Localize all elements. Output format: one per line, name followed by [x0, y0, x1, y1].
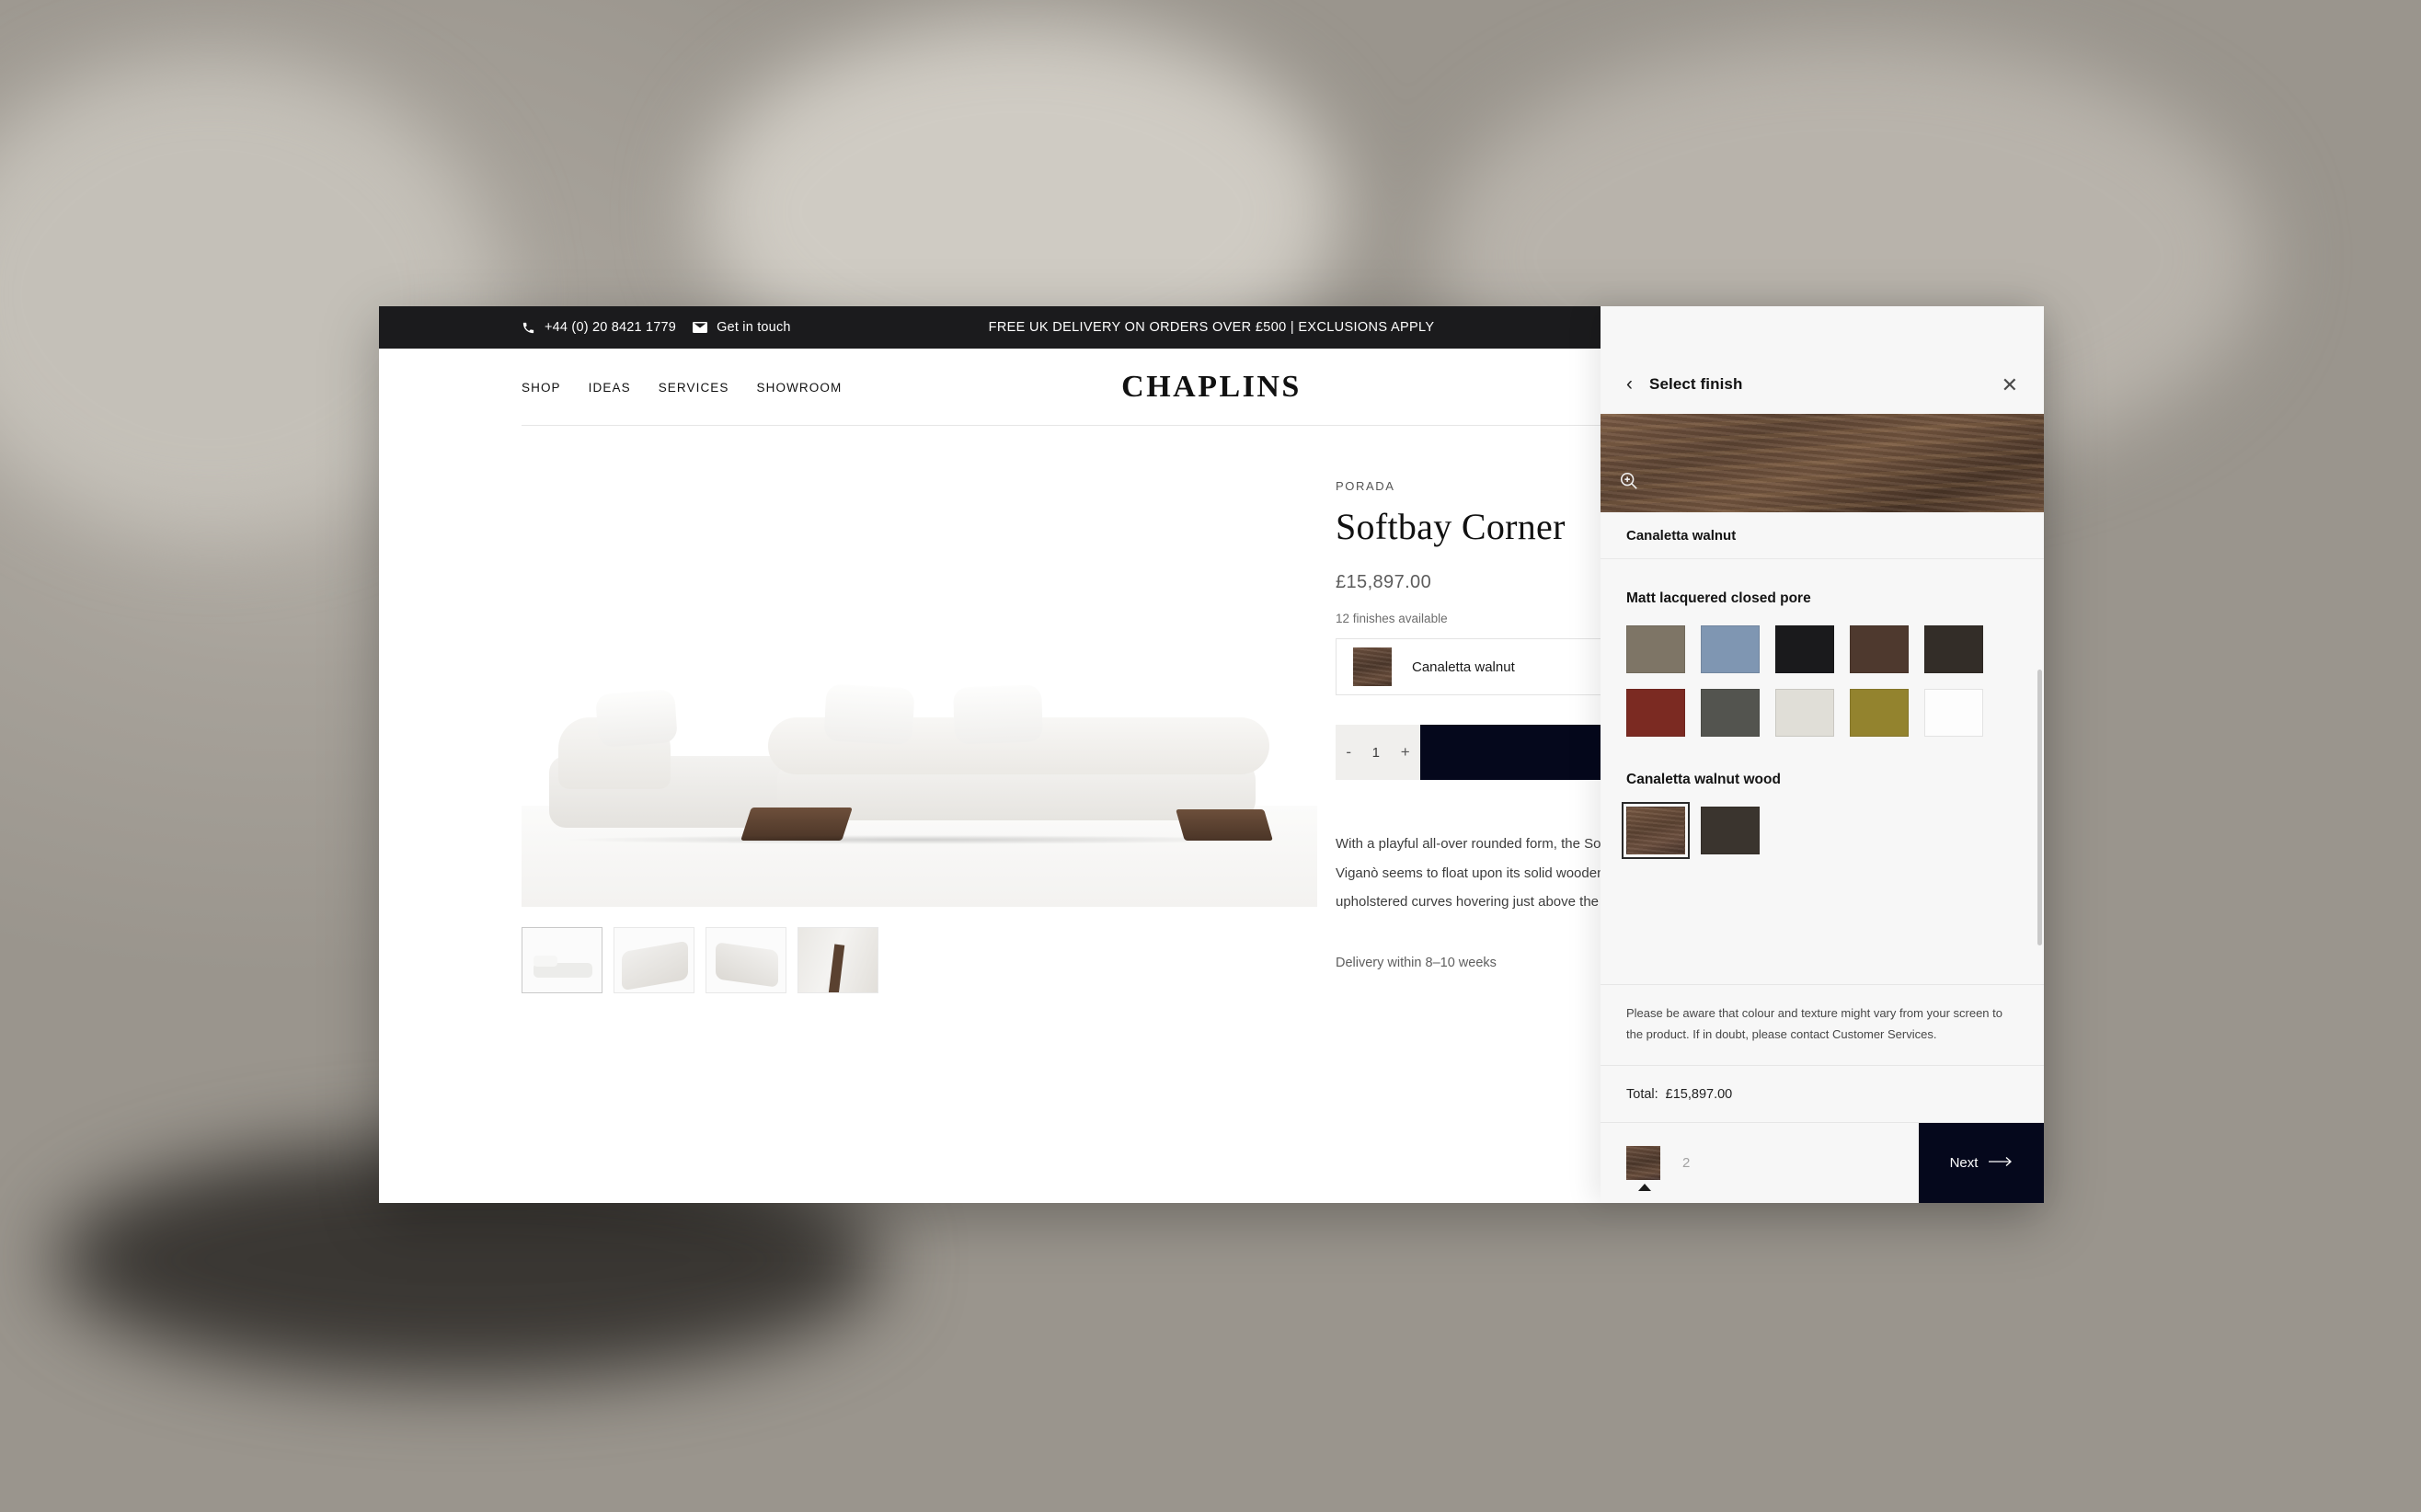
selected-finish-label: Canaletta walnut	[1412, 659, 1515, 675]
finish-group-title: Matt lacquered closed pore	[1626, 590, 1811, 606]
swatch-canaletta-walnut[interactable]	[1622, 802, 1690, 859]
swatch-brown[interactable]	[1850, 625, 1909, 673]
thumbnail-strip	[522, 927, 1317, 993]
panel-header: ‹ Select finish ✕	[1601, 306, 2044, 414]
quantity-stepper[interactable]: - 1 +	[1336, 725, 1420, 780]
finish-groups-scroll-area[interactable]: Matt lacquered closed pore Canaletta wal…	[1601, 559, 2044, 984]
panel-scrollbar[interactable]	[2037, 670, 2042, 945]
chevron-left-icon[interactable]: ‹	[1626, 374, 1633, 394]
thumbnail-front-view[interactable]	[522, 927, 602, 993]
thumbnail-angled-view[interactable]	[614, 927, 694, 993]
product-gallery	[379, 479, 1317, 993]
swatch-dark-brown[interactable]	[1924, 625, 1983, 673]
swatch-light-beige[interactable]	[1775, 689, 1834, 737]
product-hero-image[interactable]	[522, 479, 1317, 907]
quantity-increment[interactable]: +	[1401, 743, 1410, 762]
selected-finish-swatch	[1353, 647, 1392, 686]
finish-preview-image[interactable]	[1601, 414, 2044, 512]
sofa-shadow	[568, 835, 1267, 844]
panel-title: Select finish	[1649, 375, 1743, 393]
finish-disclaimer-note: Please be aware that colour and texture …	[1601, 984, 2044, 1065]
finish-swatch-grid	[1626, 625, 2018, 737]
quantity-value: 1	[1371, 744, 1381, 761]
zoom-in-icon[interactable]	[1619, 471, 1639, 491]
swatch-taupe-grey[interactable]	[1626, 625, 1685, 673]
finish-swatch-grid	[1622, 802, 2018, 859]
panel-footer: 2 Next	[1601, 1122, 2044, 1203]
quantity-decrement[interactable]: -	[1346, 743, 1351, 762]
footer-current-swatch[interactable]	[1626, 1146, 1660, 1191]
finish-group-canaletta-walnut-wood: Canaletta walnut wood	[1622, 772, 2018, 859]
total-label: Total:	[1626, 1086, 1658, 1102]
thumbnail-rear-view[interactable]	[706, 927, 786, 993]
swatch-black[interactable]	[1775, 625, 1834, 673]
total-value: £15,897.00	[1665, 1086, 1733, 1102]
swatch-dark-grey[interactable]	[1701, 689, 1760, 737]
finish-group-matt-lacquered: Matt lacquered closed pore	[1626, 590, 2018, 737]
panel-total-row: Total: £15,897.00	[1601, 1065, 2044, 1122]
finish-preview-name: Canaletta walnut	[1601, 512, 2044, 559]
next-button[interactable]: Next	[1919, 1123, 2044, 1203]
sofa-cushion	[823, 683, 915, 746]
next-button-label: Next	[1949, 1155, 1979, 1171]
sofa-cushion	[595, 689, 678, 748]
swatch-steel-blue[interactable]	[1701, 625, 1760, 673]
select-finish-panel: ‹ Select finish ✕ Canaletta walnut Matt …	[1601, 306, 2044, 1203]
thumbnail-leg-detail[interactable]	[797, 927, 878, 993]
sofa-cushion	[952, 684, 1044, 745]
close-icon[interactable]: ✕	[2002, 375, 2018, 395]
sofa-illustration	[549, 660, 1294, 844]
finish-group-title: Canaletta walnut wood	[1626, 772, 1781, 787]
step-indicator: 2	[1682, 1155, 1691, 1171]
arrow-right-icon	[1989, 1155, 2013, 1171]
swatch-olive[interactable]	[1850, 689, 1909, 737]
caret-up-icon	[1638, 1184, 1651, 1191]
swatch-dark-stained-walnut[interactable]	[1701, 807, 1760, 854]
swatch-white[interactable]	[1924, 689, 1983, 737]
swatch-dark-red[interactable]	[1626, 689, 1685, 737]
